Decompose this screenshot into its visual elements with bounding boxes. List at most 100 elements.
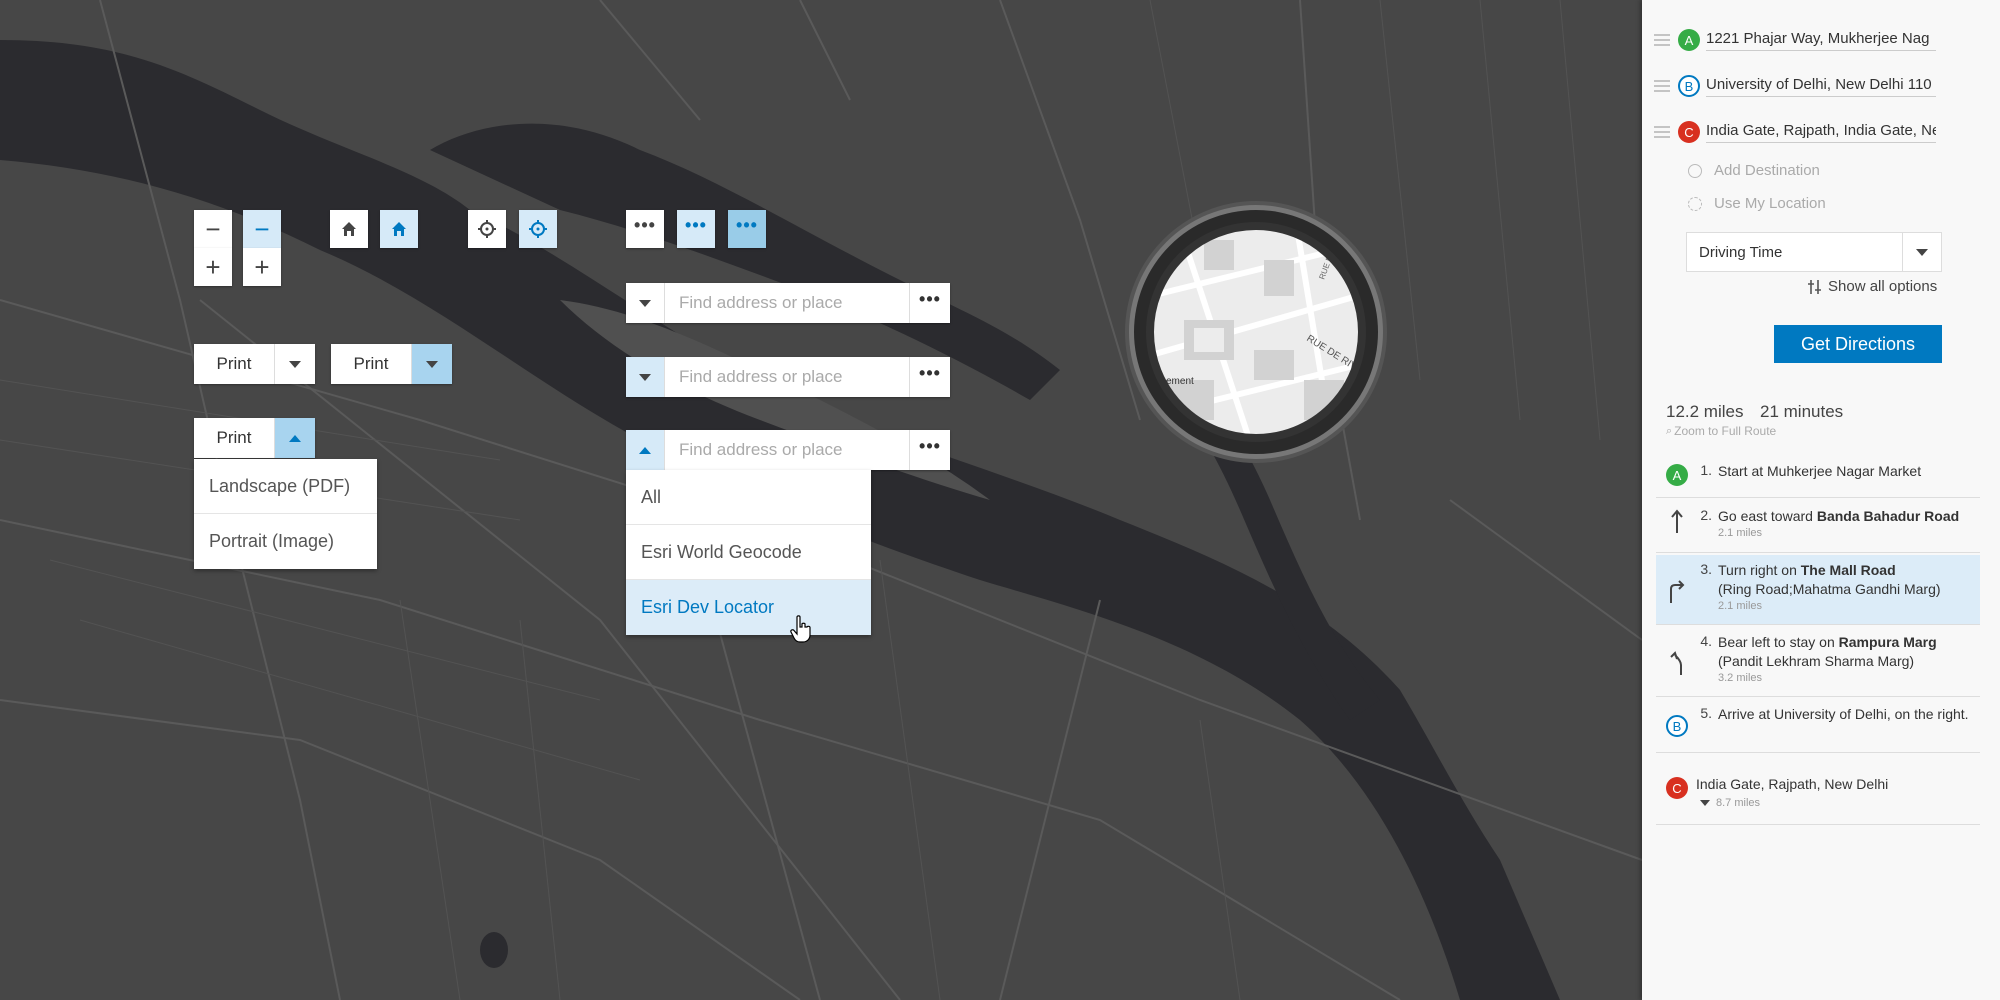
ellipsis-icon: ••• [685,215,707,235]
next-leg-text: India Gate, Rajpath, New Delhi 8.7 miles [1696,776,1889,809]
chevron-up-icon [289,434,301,442]
locate-button-hover[interactable] [519,210,557,248]
expand-icon[interactable] [1700,800,1710,806]
more-button[interactable]: ••• [626,210,664,248]
start-marker-icon: A [1666,464,1688,486]
step-number: 4. [1700,633,1712,649]
step-number: 2. [1700,507,1712,523]
step-text: Arrive at University of Delhi, on the ri… [1718,706,1969,722]
directions-panel: A 1221 Phajar Way, Mukherjee Nag B Unive… [1642,0,2000,1000]
ellipsis-icon: ••• [634,215,656,235]
step-number: 5. [1700,705,1712,721]
step-distance: 2.1 miles [1718,527,1763,539]
use-my-location-label: Use My Location [1714,195,1826,212]
ellipsis-icon: ••• [736,215,758,235]
add-destination-button[interactable]: Add Destination [1688,162,1820,179]
home-button-hover[interactable] [380,210,418,248]
source-menu: All Esri World Geocode Esri Dev Locator [626,470,871,635]
stop-marker-b: B [1678,75,1700,97]
step-distance: 3.2 miles [1718,672,1763,684]
direction-step-3[interactable]: 3. Turn right on The Mall Road (Ring Roa… [1656,555,1980,625]
search-input[interactable] [665,357,909,397]
home-icon [392,222,406,236]
get-directions-button[interactable]: Get Directions [1774,325,1942,363]
print-widget-open: Print [194,418,315,458]
zoom-to-full-route-link[interactable]: ⌕ Zoom to Full Route [1666,424,1776,438]
chevron-down-icon [289,360,301,368]
locate-icon [478,220,496,238]
hand-cursor-icon [790,615,811,643]
step-number: 3. [1700,561,1712,577]
locate-icon [529,220,547,238]
home-icon [342,222,356,236]
zoom-in-button[interactable]: + [194,248,232,286]
zoom-icon: ⌕ [1666,424,1673,437]
step-text: Turn right on The Mall Road (Ring Road;M… [1718,562,1941,612]
ellipsis-icon: ••• [919,363,941,383]
print-menu: Landscape (PDF) Portrait (Image) [194,459,377,569]
source-dropdown-toggle[interactable] [626,283,665,323]
straight-arrow-icon [1671,509,1683,533]
travel-mode-select[interactable]: Driving Time [1686,232,1942,272]
home-button[interactable] [330,210,368,248]
stop-input-c[interactable]: India Gate, Rajpath, India Gate, Ne [1706,122,1936,143]
step-distance: 2.1 miles [1718,600,1763,612]
drag-handle-icon[interactable] [1654,123,1670,141]
stop-a: A 1221 Phajar Way, Mukherjee Nag [1654,25,1936,55]
stop-marker-c: C [1678,121,1700,143]
source-dropdown-toggle[interactable] [626,357,665,397]
stop-c: C India Gate, Rajpath, India Gate, Ne [1654,117,1936,147]
chevron-up-icon [639,446,651,454]
chevron-down-icon [426,360,438,368]
source-menu-item-all[interactable]: All [626,470,871,525]
direction-step-2[interactable]: 2. Go east toward Banda Bahadur Road 2.1… [1656,501,1980,553]
show-all-options-link[interactable]: Show all options [1808,278,1937,295]
print-menu-item-landscape[interactable]: Landscape (PDF) [194,459,377,514]
route-time: 21 minutes [1760,402,1844,421]
stop-input-a[interactable]: 1221 Phajar Way, Mukherjee Nag [1706,30,1936,51]
search-input[interactable] [665,283,909,323]
stop-input-b[interactable]: University of Delhi, New Delhi 110 [1706,76,1936,97]
settings-sliders-icon [1808,279,1821,294]
direction-step-1[interactable]: A 1. Start at Muhkerjee Nagar Market [1656,456,1980,498]
zoom-in-button-alt[interactable]: + [243,248,281,286]
search-widget-open: ••• [626,430,950,470]
print-button[interactable]: Print [331,344,412,384]
print-button[interactable]: Print [194,418,275,458]
print-dropdown-toggle[interactable] [275,344,315,384]
chevron-down-icon [639,299,651,307]
print-dropdown-toggle[interactable] [412,344,452,384]
stop-b: B University of Delhi, New Delhi 110 [1654,71,1936,101]
stop-marker-a: A [1678,29,1700,51]
print-dropdown-toggle[interactable] [275,418,315,458]
print-menu-item-portrait[interactable]: Portrait (Image) [194,514,377,569]
locate-button[interactable] [468,210,506,248]
source-menu-item-world-geocode[interactable]: Esri World Geocode [626,525,871,580]
step-text: Go east toward Banda Bahadur Road 2.1 mi… [1718,508,1960,539]
drag-handle-icon[interactable] [1654,77,1670,95]
search-input[interactable] [665,430,909,470]
zoom-out-button-hover[interactable]: − [243,210,281,248]
source-dropdown-toggle[interactable] [626,430,665,470]
search-more-button[interactable]: ••• [909,430,950,470]
source-menu-item-dev-locator[interactable]: Esri Dev Locator [626,580,871,635]
next-leg-distance: 8.7 miles [1716,797,1761,809]
more-button-hover[interactable]: ••• [677,210,715,248]
search-widget: ••• [626,283,950,323]
zoom-out-button[interactable]: − [194,210,232,248]
direction-step-4[interactable]: 4. Bear left to stay on Rampura Marg (Pa… [1656,627,1980,697]
print-button[interactable]: Print [194,344,275,384]
direction-step-5[interactable]: B 5. Arrive at University of Delhi, on t… [1656,699,1980,753]
use-my-location-button[interactable]: Use My Location [1688,195,1826,212]
turn-right-icon [1670,580,1685,603]
ellipsis-icon: ••• [919,436,941,456]
search-more-button[interactable]: ••• [909,357,950,397]
step-text: Start at Muhkerjee Nagar Market [1718,463,1922,479]
pond [480,932,508,968]
more-button-active[interactable]: ••• [728,210,766,248]
next-leg-row[interactable]: C India Gate, Rajpath, New Delhi 8.7 mil… [1656,769,1980,825]
drag-handle-icon[interactable] [1654,31,1670,49]
locate-icon [1688,196,1702,211]
search-more-button[interactable]: ••• [909,283,950,323]
route-distance: 12.2 miles [1666,402,1744,421]
